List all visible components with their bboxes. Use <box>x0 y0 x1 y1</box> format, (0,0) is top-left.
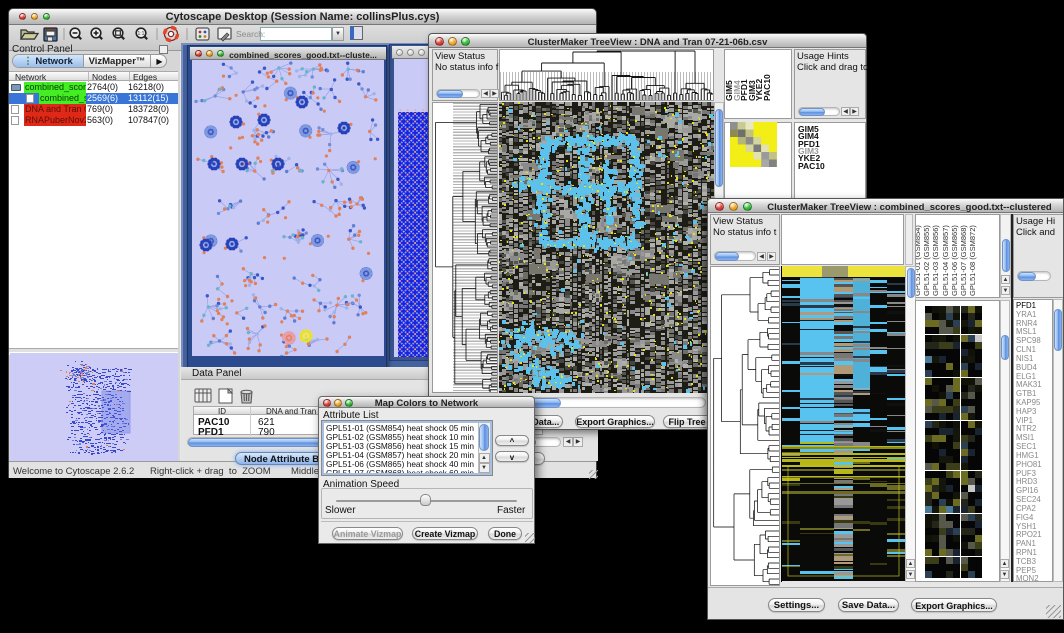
svg-text:Search:: Search: <box>236 29 265 39</box>
svg-text:1:1: 1:1 <box>138 31 145 37</box>
